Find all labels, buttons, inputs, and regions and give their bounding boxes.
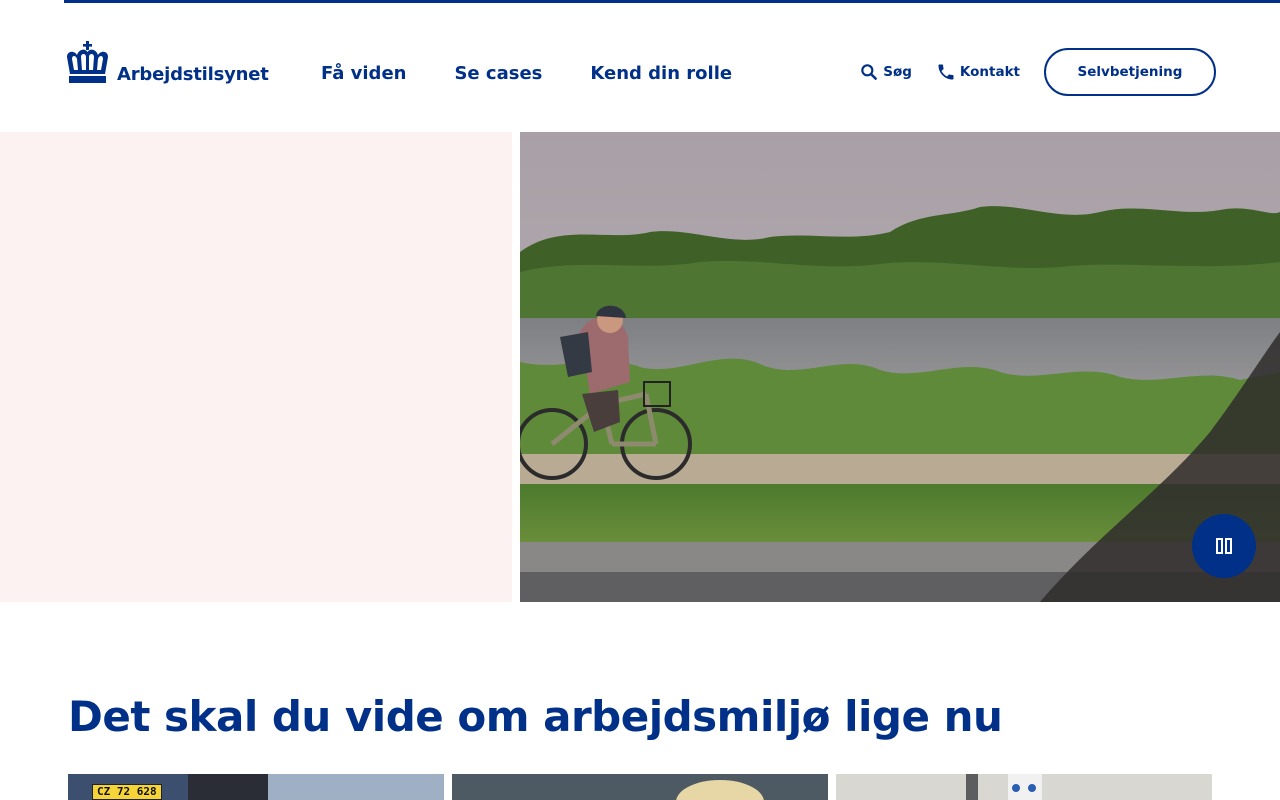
section-title: Det skal du vide om arbejdsmiljø lige nu [68, 692, 1003, 741]
contact-label: Kontakt [959, 64, 1020, 80]
search-link[interactable]: Søg [859, 62, 912, 82]
nav-item-kend-din-rolle[interactable]: Kend din rolle [590, 63, 732, 84]
search-label: Søg [883, 64, 912, 80]
card-person[interactable] [452, 774, 828, 800]
nav-item-se-cases[interactable]: Se cases [454, 63, 542, 84]
pause-button[interactable] [1192, 514, 1256, 578]
crown-icon [67, 41, 108, 83]
card-list: CZ 72 628 [68, 774, 1212, 800]
brand-name: Arbejdstilsynet [117, 64, 269, 85]
equipment-photo [836, 774, 1212, 800]
nav-item-faa-viden[interactable]: Få viden [321, 63, 406, 84]
phone-icon [938, 64, 954, 80]
hero-image [520, 132, 1280, 602]
license-plate: CZ 72 628 [92, 784, 162, 800]
contact-link[interactable]: Kontakt [936, 62, 1020, 82]
hero [0, 132, 1280, 602]
card-car[interactable]: CZ 72 628 [68, 774, 444, 800]
site-header: Arbejdstilsynet Få viden Se cases Kend d… [0, 3, 1280, 132]
card-equipment[interactable] [836, 774, 1212, 800]
brand-logo[interactable]: Arbejdstilsynet [64, 41, 269, 84]
utility-nav: Søg Kontakt Selvbetjening [859, 48, 1216, 96]
person-photo [452, 774, 828, 800]
hero-panel [0, 132, 512, 602]
main-nav: Få viden Se cases Kend din rolle [321, 63, 732, 84]
selfservice-button[interactable]: Selvbetjening [1044, 48, 1216, 96]
search-icon [861, 64, 878, 80]
pause-icon [1216, 538, 1232, 554]
